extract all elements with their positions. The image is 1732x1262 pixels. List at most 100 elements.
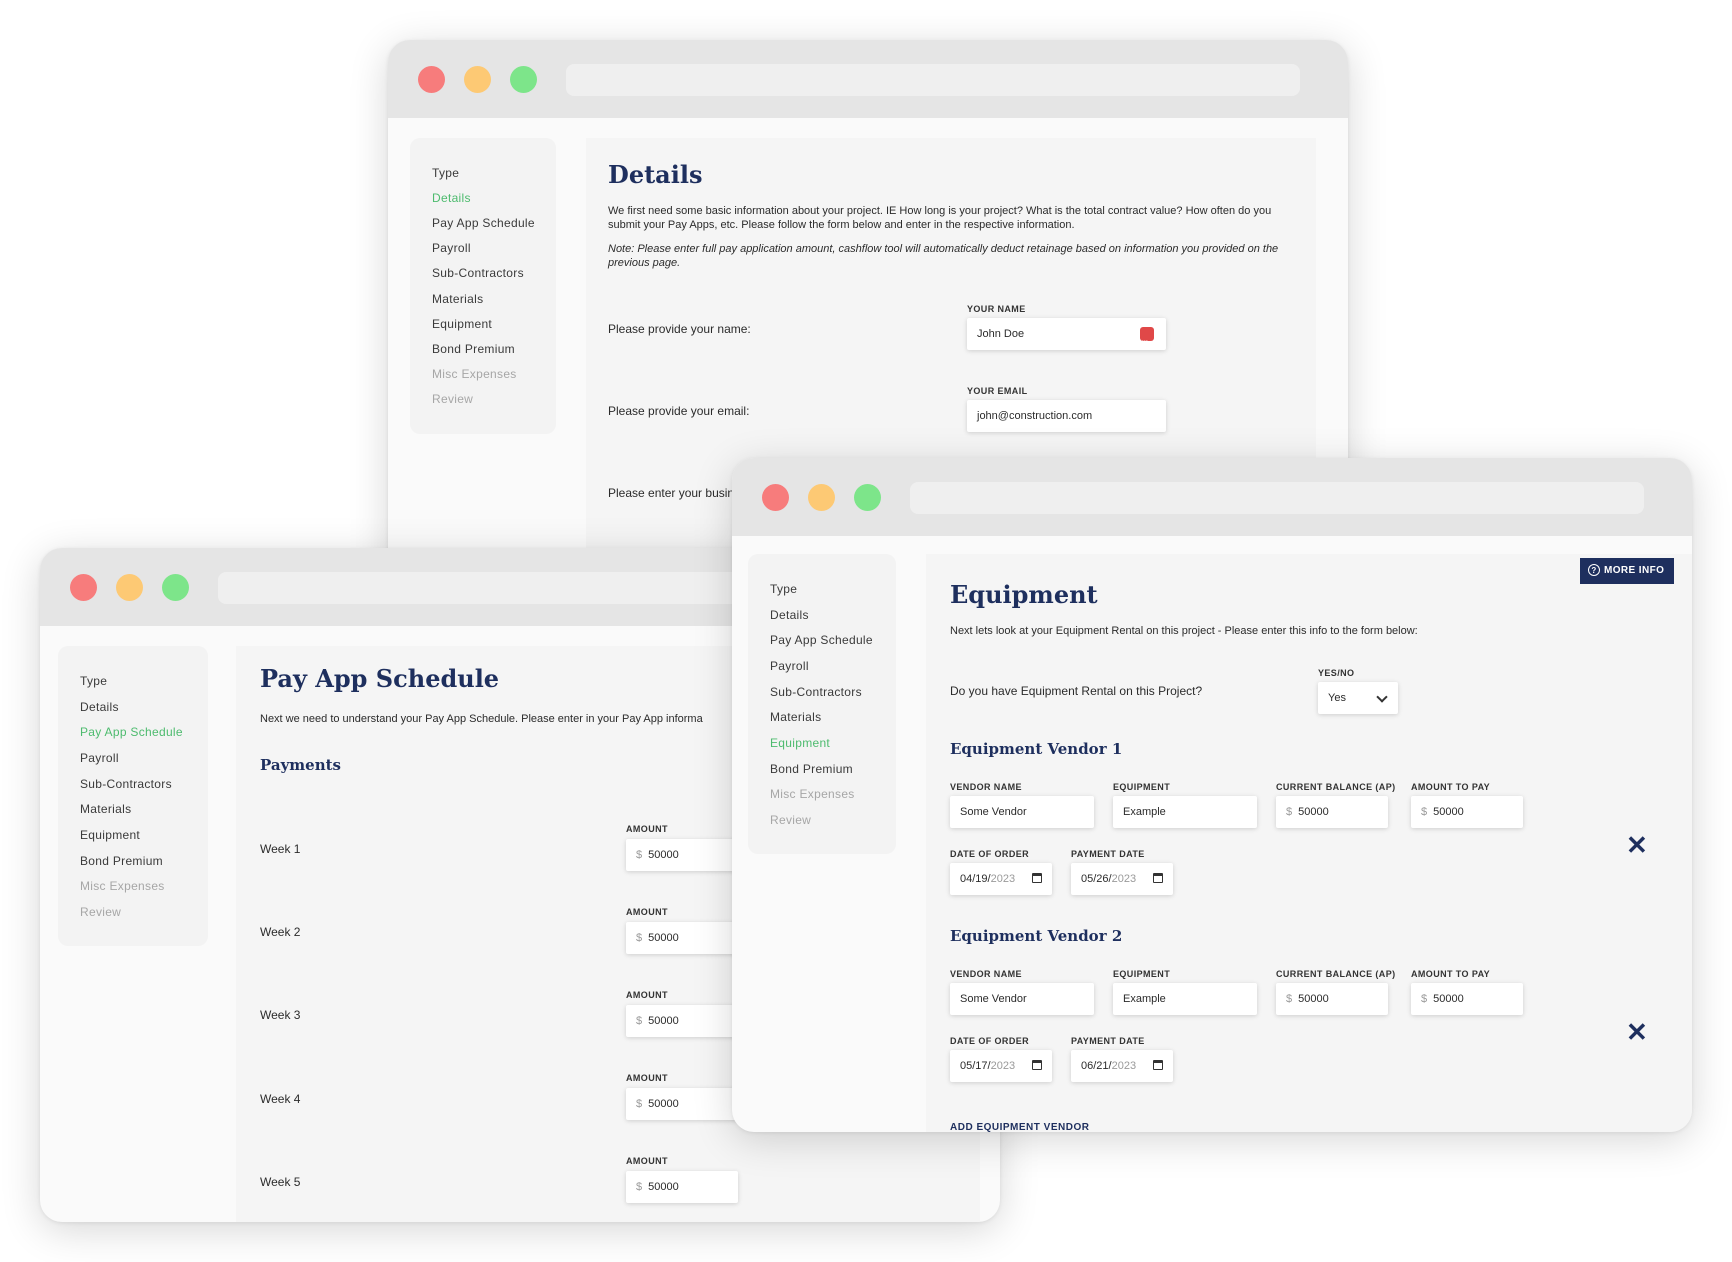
minimize-window-button[interactable] [464, 66, 491, 93]
nav-item-review[interactable]: Review [80, 905, 121, 919]
add-equipment-vendor-link[interactable]: ADD EQUIPMENT VENDOR [950, 1122, 1089, 1132]
current-balance-label: CURRENT BALANCE (AP) [1276, 969, 1396, 979]
address-bar[interactable] [566, 64, 1300, 96]
minimize-window-button[interactable] [808, 484, 835, 511]
nav-item-pay-app-schedule[interactable]: Pay App Schedule [432, 216, 535, 230]
nav-item-equipment[interactable]: Equipment [432, 317, 492, 331]
week-amount-field[interactable]: $50000 [626, 1171, 738, 1203]
page-title: Equipment [950, 580, 1098, 609]
nav-item-bond-premium[interactable]: Bond Premium [80, 854, 163, 868]
title-bar [388, 40, 1348, 118]
nav-item-materials[interactable]: Materials [80, 802, 131, 816]
currency-symbol: $ [636, 849, 643, 861]
week-label: Week 2 [260, 925, 301, 939]
week-amount-field[interactable]: $50000 [626, 1088, 738, 1120]
nav-item-type[interactable]: Type [770, 582, 797, 596]
equipment-rental-question: Do you have Equipment Rental on this Pro… [950, 684, 1203, 698]
name-field[interactable]: John Doe [967, 318, 1166, 350]
sidebar: Type Details Pay App Schedule Payroll Su… [748, 554, 896, 854]
main-content: ? MORE INFO Equipment Next lets look at y… [926, 554, 1692, 1132]
equipment-field[interactable]: Example [1113, 983, 1257, 1015]
equipment-field[interactable]: Example [1113, 796, 1257, 828]
nav-item-equipment[interactable]: Equipment [80, 828, 140, 842]
nav-item-pay-app-schedule[interactable]: Pay App Schedule [80, 725, 183, 739]
page-title: Details [608, 160, 703, 189]
current-balance-field[interactable]: $50000 [1276, 983, 1388, 1015]
nav-item-payroll[interactable]: Payroll [770, 659, 809, 673]
nav-item-misc-expenses[interactable]: Misc Expenses [432, 367, 517, 381]
date-of-order-field[interactable]: 05/17/2023 [950, 1050, 1052, 1082]
nav-item-review[interactable]: Review [432, 392, 473, 406]
vendor-name-field[interactable]: Some Vendor [950, 796, 1094, 828]
nav-item-payroll[interactable]: Payroll [432, 241, 471, 255]
nav-item-payroll[interactable]: Payroll [80, 751, 119, 765]
nav-item-type[interactable]: Type [432, 166, 459, 180]
password-manager-icon[interactable] [1140, 326, 1154, 350]
close-window-button[interactable] [70, 574, 97, 601]
name-prompt: Please provide your name: [608, 322, 751, 336]
minimize-window-button[interactable] [116, 574, 143, 601]
amount-label: AMOUNT [626, 990, 668, 1000]
yesno-value: Yes [1328, 692, 1346, 704]
nav-item-details[interactable]: Details [80, 700, 119, 714]
nav-item-materials[interactable]: Materials [770, 710, 821, 724]
payment-date-field[interactable]: 06/21/2023 [1071, 1050, 1173, 1082]
nav-item-misc-expenses[interactable]: Misc Expenses [770, 787, 855, 801]
calendar-icon[interactable] [1153, 873, 1163, 883]
email-field[interactable]: john@construction.com [967, 400, 1166, 432]
vendor-name-field[interactable]: Some Vendor [950, 983, 1094, 1015]
amount-value: 50000 [648, 1015, 679, 1027]
yesno-select[interactable]: Yes [1318, 682, 1398, 714]
amount-label: AMOUNT [626, 1156, 668, 1166]
note-text: Note: Please enter full pay application … [608, 243, 1279, 269]
currency-symbol: $ [636, 932, 643, 944]
current-balance-value: 50000 [1298, 993, 1329, 1005]
nav-item-bond-premium[interactable]: Bond Premium [432, 342, 515, 356]
amount-to-pay-field[interactable]: $50000 [1411, 983, 1523, 1015]
nav-item-details[interactable]: Details [770, 608, 809, 622]
maximize-window-button[interactable] [510, 66, 537, 93]
calendar-icon[interactable] [1153, 1060, 1163, 1070]
nav-item-review[interactable]: Review [770, 813, 811, 827]
nav-item-details[interactable]: Details [432, 191, 471, 205]
address-bar[interactable] [910, 482, 1644, 514]
week-amount-field[interactable]: $50000 [626, 922, 738, 954]
nav-item-pay-app-schedule[interactable]: Pay App Schedule [770, 633, 873, 647]
maximize-window-button[interactable] [854, 484, 881, 511]
week-amount-field[interactable]: $50000 [626, 839, 738, 871]
close-window-button[interactable] [762, 484, 789, 511]
amount-label: AMOUNT [626, 1073, 668, 1083]
chevron-down-icon [1376, 691, 1388, 703]
equipment-value: Example [1123, 806, 1166, 818]
maximize-window-button[interactable] [162, 574, 189, 601]
currency-symbol: $ [636, 1181, 643, 1193]
nav-item-equipment[interactable]: Equipment [770, 736, 830, 750]
close-window-button[interactable] [418, 66, 445, 93]
date-of-order-field[interactable]: 04/19/2023 [950, 863, 1052, 895]
order-date-month-day: 05/17/ [960, 1060, 991, 1072]
currency-symbol: $ [636, 1015, 643, 1027]
nav-item-sub-contractors[interactable]: Sub-Contractors [770, 685, 862, 699]
email-field-label: YOUR EMAIL [967, 386, 1028, 396]
week-label: Week 3 [260, 1008, 301, 1022]
nav-item-sub-contractors[interactable]: Sub-Contractors [432, 266, 524, 280]
amount-to-pay-field[interactable]: $50000 [1411, 796, 1523, 828]
nav-item-sub-contractors[interactable]: Sub-Contractors [80, 777, 172, 791]
vendor-name-value: Some Vendor [960, 806, 1027, 818]
current-balance-field[interactable]: $50000 [1276, 796, 1388, 828]
week-amount-field[interactable]: $50000 [626, 1005, 738, 1037]
payment-date-field[interactable]: 05/26/2023 [1071, 863, 1173, 895]
nav-item-type[interactable]: Type [80, 674, 107, 688]
equipment-label: EQUIPMENT [1113, 782, 1171, 792]
email-prompt: Please provide your email: [608, 404, 750, 418]
nav-item-misc-expenses[interactable]: Misc Expenses [80, 879, 165, 893]
nav-item-materials[interactable]: Materials [432, 292, 483, 306]
business-prompt: Please enter your busine [608, 486, 741, 500]
nav-item-bond-premium[interactable]: Bond Premium [770, 762, 853, 776]
title-bar [732, 458, 1692, 536]
remove-vendor-icon[interactable]: ✕ [1626, 1019, 1648, 1045]
calendar-icon[interactable] [1032, 1060, 1042, 1070]
calendar-icon[interactable] [1032, 873, 1042, 883]
remove-vendor-icon[interactable]: ✕ [1626, 832, 1648, 858]
more-info-button[interactable]: ? MORE INFO [1580, 558, 1675, 584]
